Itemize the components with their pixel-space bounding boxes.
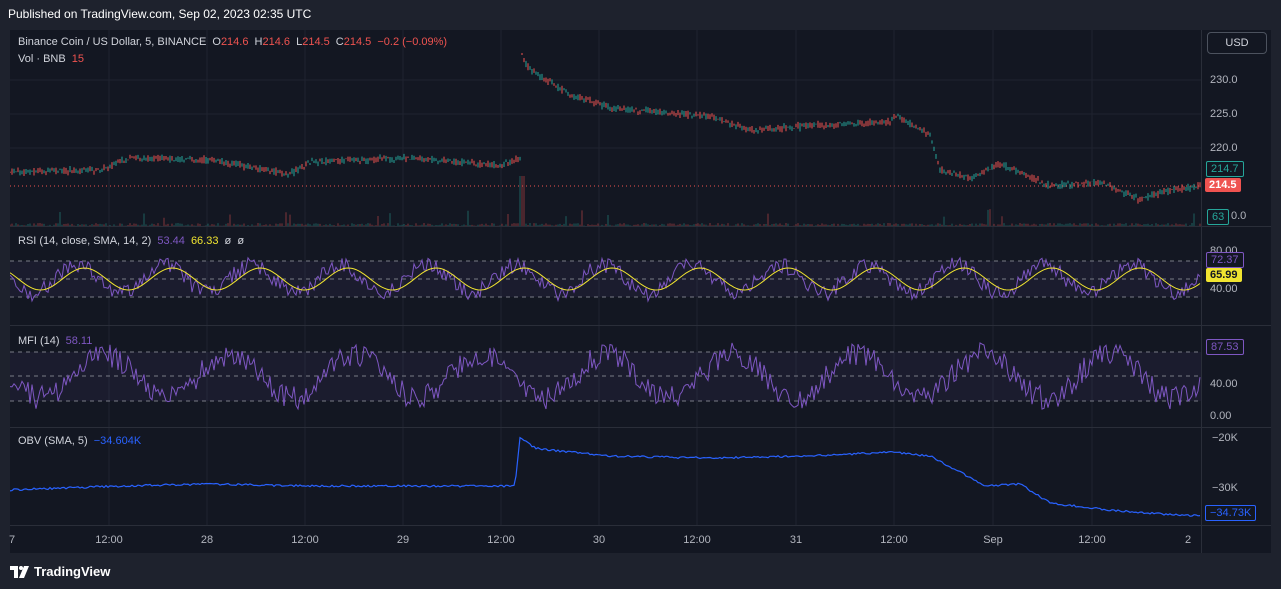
time-label: 30 xyxy=(592,534,606,546)
time-label: 31 xyxy=(789,534,803,546)
rsi-ma-tag: 65.99 xyxy=(1206,268,1242,282)
rsi-label[interactable]: RSI (14, close, SMA, 14, 2) xyxy=(18,235,151,247)
time-label: 12:00 xyxy=(487,534,515,546)
close-value: 214.5 xyxy=(343,36,372,48)
mfi-tag: 87.53 xyxy=(1206,339,1244,355)
time-label: 2 xyxy=(1184,534,1192,546)
obv-line xyxy=(10,436,1201,517)
obv-chart[interactable] xyxy=(10,428,1201,525)
close-label: C xyxy=(335,36,344,48)
change-value: −0.2 (−0.09%) xyxy=(377,36,448,48)
footer-brand: TradingView xyxy=(34,564,111,579)
tradingview-logo-icon xyxy=(10,565,29,578)
volume-tag: 63 xyxy=(1207,209,1230,225)
open-label: O xyxy=(212,36,221,48)
mfi-legend: MFI (14) 58.11 xyxy=(18,335,95,347)
high-value: 214.6 xyxy=(262,36,291,48)
currency-button[interactable]: USD xyxy=(1207,32,1267,54)
obv-tick: −20K xyxy=(1212,432,1238,444)
rsi-ma-value: 66.33 xyxy=(190,235,219,247)
time-label: 12:00 xyxy=(1078,534,1106,546)
obv-value: −34.604K xyxy=(93,435,142,447)
low-value: 214.5 xyxy=(302,36,330,48)
obv-tag: −34.73K xyxy=(1205,505,1257,521)
obv-legend: OBV (SMA, 5) −34.604K xyxy=(18,435,144,447)
volume-label[interactable]: Vol · BNB xyxy=(18,53,66,65)
price-tick: 0.0 xyxy=(1231,210,1247,222)
obv-tick: −30K xyxy=(1212,482,1238,494)
rsi-band-value: ø xyxy=(224,235,232,247)
rsi-band-value: ø xyxy=(237,235,245,247)
last-price-tag: 214.5 xyxy=(1205,178,1241,192)
symbol-title[interactable]: Binance Coin / US Dollar, 5, BINANCE xyxy=(18,36,206,48)
time-axis-divider xyxy=(10,525,1271,526)
tradingview-logo[interactable]: TradingView xyxy=(10,564,110,579)
price-tick: 225.0 xyxy=(1210,108,1238,120)
mfi-chart[interactable] xyxy=(10,326,1201,427)
mfi-tick: 40.00 xyxy=(1210,378,1238,390)
price-tick: 230.0 xyxy=(1210,74,1238,86)
time-label: 28 xyxy=(200,534,214,546)
time-label: 12:00 xyxy=(95,534,123,546)
mfi-value: 58.11 xyxy=(65,335,93,347)
main-legend: Binance Coin / US Dollar, 5, BINANCE O21… xyxy=(18,36,450,48)
time-label: 12:00 xyxy=(880,534,908,546)
rsi-tick: 40.00 xyxy=(1210,283,1238,295)
price-axis-separator xyxy=(1201,30,1202,553)
obv-label[interactable]: OBV (SMA, 5) xyxy=(18,435,88,447)
price-chart[interactable] xyxy=(10,30,1201,226)
volume-value: 15 xyxy=(71,53,84,65)
mfi-tick: 0.00 xyxy=(1210,410,1232,422)
rsi-value: 53.44 xyxy=(157,235,185,247)
time-label: 29 xyxy=(396,534,410,546)
mfi-label[interactable]: MFI (14) xyxy=(18,335,60,347)
open-value: 214.6 xyxy=(220,36,249,48)
time-label: Sep xyxy=(983,534,1003,546)
rsi-legend: RSI (14, close, SMA, 14, 2) 53.44 66.33 … xyxy=(18,235,247,247)
rsi-tag: 72.37 xyxy=(1206,252,1244,268)
volume-legend: Vol · BNB 15 xyxy=(18,53,87,65)
publish-caption: Published on TradingView.com, Sep 02, 20… xyxy=(8,7,312,21)
price-tick: 220.0 xyxy=(1210,142,1238,154)
price-tag-secondary: 214.7 xyxy=(1206,161,1244,177)
time-label: 12:00 xyxy=(683,534,711,546)
time-label: 7 xyxy=(8,534,16,546)
time-label: 12:00 xyxy=(291,534,319,546)
